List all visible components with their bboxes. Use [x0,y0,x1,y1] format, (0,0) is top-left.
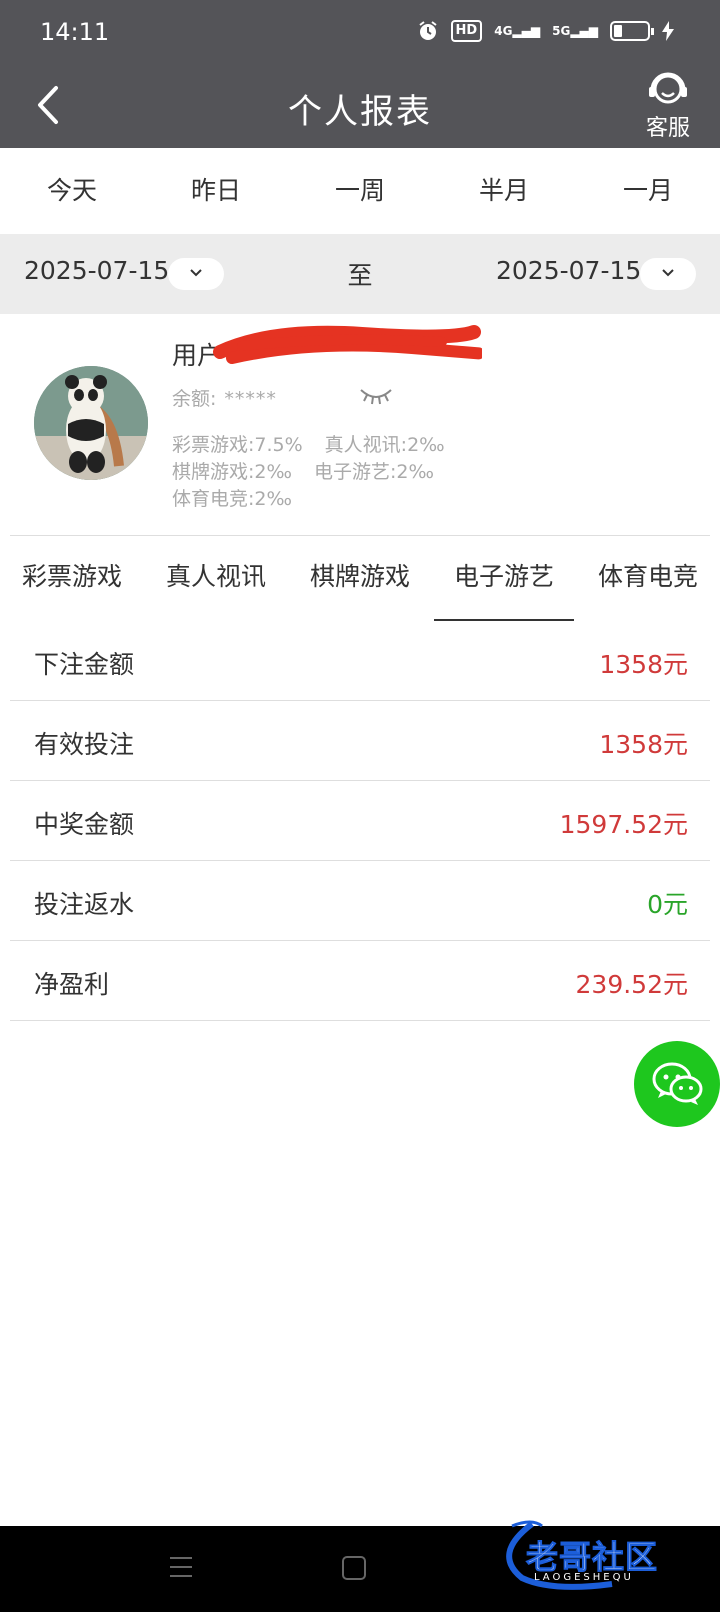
tab-live-video[interactable]: 真人视讯 [144,537,288,621]
rate-line: 体育电竞:2‰ [172,484,292,511]
signal-4g-label: 4G [494,24,513,38]
range-tab-week[interactable]: 一周 [288,148,432,234]
wechat-icon [652,1062,703,1105]
headset-icon [649,72,687,104]
range-tab-month[interactable]: 一月 [576,148,720,234]
charging-icon [662,21,674,41]
stat-value: 1358元 [599,730,688,759]
status-time: 14:11 [40,18,110,46]
rate-electronic: 电子游艺:2‰ [313,461,434,483]
stat-value: 239.52元 [575,970,688,999]
panda-avatar-image [34,366,148,480]
rate-sports: 体育电竞:2‰ [172,488,292,510]
stat-row-bet-amount: 下注金额 1358元 [10,621,710,701]
profile-card: 用户 余额: ***** 彩票游戏:7.5% 真人视讯:2‰ 棋牌游戏:2‰ 电子游艺… [0,314,720,536]
navbar: 个人报表 客服 [0,64,720,148]
divider [10,535,710,536]
category-tabs: 彩票游戏 真人视讯 棋牌游戏 电子游艺 体育电竞 [0,537,720,621]
rate-line: 棋牌游戏:2‰ 电子游艺:2‰ [172,457,434,484]
balance-label: 余额: [172,388,217,410]
rate-line: 彩票游戏:7.5% 真人视讯:2‰ [172,430,445,457]
stat-row-net-profit: 净盈利 239.52元 [10,941,710,1021]
tab-chess-card[interactable]: 棋牌游戏 [288,537,432,621]
date-range-row: 2025-07-15 至 2025-07-15 [0,234,720,314]
stat-label: 中奖金额 [34,810,135,839]
avatar [34,366,148,480]
watermark-subtext: LAOGESHEQU [534,1572,634,1583]
balance-value: ***** [224,388,277,410]
battery-icon [610,21,654,41]
customer-service-button[interactable]: 客服 [638,70,698,142]
rate-lottery: 彩票游戏:7.5% [172,434,303,456]
end-date-dropdown[interactable] [640,258,696,290]
alarm-icon [418,21,437,40]
balance: 余额: ***** [172,384,277,411]
stats-list: 下注金额 1358元 有效投注 1358元 中奖金额 1597.52元 投注返水… [10,621,710,1021]
menu-icon[interactable] [168,1554,194,1580]
tab-electronic-games[interactable]: 电子游艺 [432,537,576,621]
signal-4g-icon: 4G▂▄▆ [494,24,541,38]
signal-5g-label: 5G [552,24,571,38]
stat-label: 净盈利 [34,970,110,999]
range-tab-yesterday[interactable]: 昨日 [144,148,288,234]
stat-label: 下注金额 [34,650,135,679]
eye-closed-icon[interactable] [358,384,394,408]
status-icons: HD 4G▂▄▆ 5G▂▄▆ [417,20,674,42]
page-title: 个人报表 [288,92,432,132]
stat-label: 投注返水 [34,890,135,919]
range-tab-half-month[interactable]: 半月 [432,148,576,234]
status-bar: 14:11 HD 4G▂▄▆ 5G▂▄▆ [0,0,720,64]
rate-chess: 棋牌游戏:2‰ [172,461,292,483]
wechat-button[interactable] [634,1041,720,1127]
home-icon[interactable] [342,1556,366,1580]
stat-value: 1358元 [599,650,688,679]
stat-row-valid-bet: 有效投注 1358元 [10,701,710,781]
range-tabs: 今天 昨日 一周 半月 一月 [0,148,720,234]
customer-service-label: 客服 [645,116,690,141]
stat-value: 0元 [647,890,688,919]
signal-5g-icon: 5G▂▄▆ [552,24,598,38]
chevron-down-icon [662,269,674,277]
stat-row-rebate: 投注返水 0元 [10,861,710,941]
hd-icon: HD [450,20,483,42]
tab-sports-esports[interactable]: 体育电竞 [576,537,720,621]
rate-live: 真人视讯:2‰ [324,434,445,456]
stat-row-win-amount: 中奖金额 1597.52元 [10,781,710,861]
end-date[interactable]: 2025-07-15 [496,256,641,285]
stat-label: 有效投注 [34,730,135,759]
stat-value: 1597.52元 [559,810,688,839]
tab-lottery[interactable]: 彩票游戏 [0,537,144,621]
username-redaction-mark [213,325,482,364]
range-tab-today[interactable]: 今天 [0,148,144,234]
